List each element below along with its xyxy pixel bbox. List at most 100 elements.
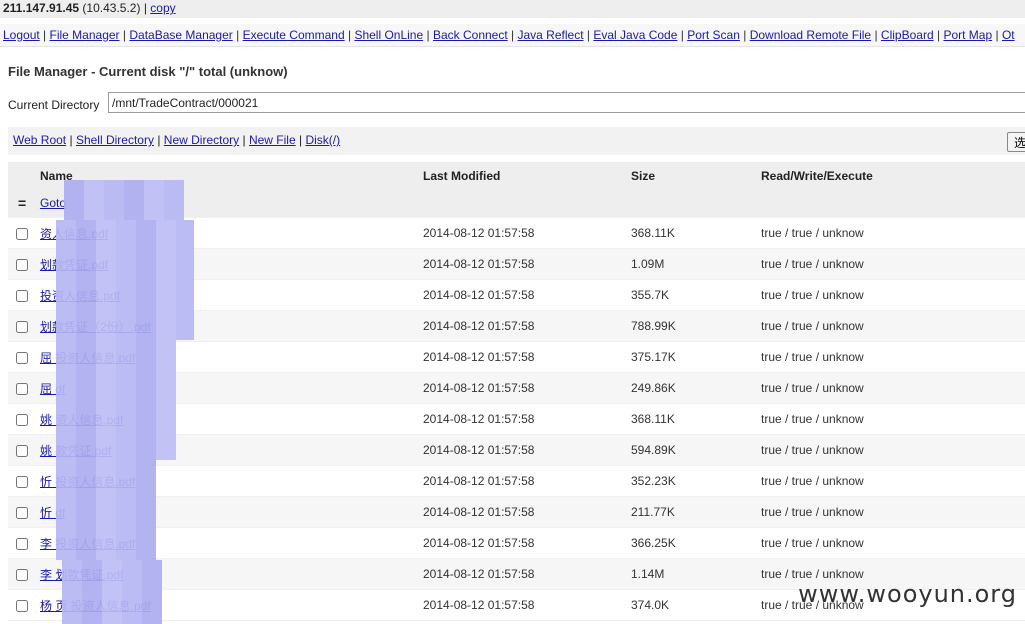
toolbar-link-new-directory[interactable]: New Directory: [164, 133, 239, 147]
nav-link-logout[interactable]: Logout: [3, 28, 40, 42]
nav-link-java-reflect[interactable]: Java Reflect: [518, 28, 584, 42]
row-checkbox[interactable]: [16, 227, 28, 240]
host-separator: |: [143, 1, 147, 15]
file-modified: 2014-08-12 01:57:58: [423, 536, 535, 550]
nav-link-port-map[interactable]: Port Map: [943, 28, 992, 42]
nav-separator: |: [995, 28, 999, 42]
nav-separator: |: [236, 28, 240, 42]
nav-link-download-remote-file[interactable]: Download Remote File: [750, 28, 871, 42]
toolbar-links: Web Root | Shell Directory | New Directo…: [8, 133, 340, 147]
row-checkbox[interactable]: [16, 537, 28, 550]
nav-link-database-manager[interactable]: DataBase Manager: [129, 28, 232, 42]
file-size: 355.7K: [631, 288, 670, 302]
nav-link-execute-command[interactable]: Execute Command: [243, 28, 345, 42]
file-size: 352.23K: [631, 474, 676, 488]
header-rwx: Read/Write/Execute: [761, 168, 873, 183]
toolbar-link-web-root[interactable]: Web Root: [13, 133, 66, 147]
toolbar-separator: |: [69, 133, 73, 147]
file-link[interactable]: 忻 投资人信息.pdf: [40, 475, 135, 489]
header-checkbox-col: [8, 162, 40, 189]
file-size: 1.14M: [631, 567, 665, 581]
file-link[interactable]: 姚 资人信息.pdf: [40, 413, 123, 427]
file-link[interactable]: 李 划款凭证.pdf: [40, 568, 123, 582]
host-bar: 211.147.91.45 (10.43.5.2) | copy: [0, 0, 1025, 18]
nav-link-ot[interactable]: Ot: [1002, 28, 1015, 42]
nav-separator: |: [680, 28, 684, 42]
goto-link[interactable]: Goto: [40, 196, 66, 210]
table-row: 资人信息.pdf 2014-08-12 01:57:58 368.11K true /…: [8, 217, 1025, 249]
nav-link-eval-java-code[interactable]: Eval Java Code: [593, 28, 677, 42]
file-modified: 2014-08-12 01:57:58: [423, 226, 535, 240]
file-modified: 2014-08-12 01:57:58: [423, 350, 535, 364]
file-link[interactable]: 屈 投资人信息.pdf: [40, 351, 135, 365]
row-checkbox[interactable]: [16, 475, 28, 488]
nav-separator: |: [122, 28, 127, 42]
file-link[interactable]: 忻 df: [40, 506, 65, 520]
row-checkbox[interactable]: [16, 351, 28, 364]
toolbar-link-disk-[interactable]: Disk(/): [305, 133, 340, 147]
table-row: 姚 资人信息.pdf 2014-08-12 01:57:58 368.11K true…: [8, 403, 1025, 435]
goto-mark: =: [18, 195, 27, 211]
current-directory-label: Current Directory: [8, 98, 100, 112]
nav-separator: |: [874, 28, 878, 42]
file-modified: 2014-08-12 01:57:58: [423, 567, 535, 581]
file-permissions: true / true / unknow: [761, 288, 864, 302]
file-link[interactable]: 杨 页 投资人信息.pdf: [40, 599, 151, 613]
file-modified: 2014-08-12 01:57:58: [423, 598, 535, 612]
toolbar-separator: |: [299, 133, 303, 147]
file-size: 1.09M: [631, 257, 665, 271]
row-checkbox[interactable]: [16, 506, 28, 519]
nav-separator: |: [43, 28, 47, 42]
toolbar-link-new-file[interactable]: New File: [249, 133, 296, 147]
file-table: Name Last Modified Size Read/Write/Execu…: [8, 162, 1025, 621]
row-checkbox[interactable]: [16, 413, 28, 426]
file-modified: 2014-08-12 01:57:58: [423, 505, 535, 519]
row-checkbox[interactable]: [16, 568, 28, 581]
row-checkbox[interactable]: [16, 258, 28, 271]
nav-link-clipboard[interactable]: ClipBoard: [881, 28, 934, 42]
file-link[interactable]: 资人信息.pdf: [40, 227, 108, 241]
nav-link-back-connect[interactable]: Back Connect: [433, 28, 508, 42]
row-checkbox[interactable]: [16, 289, 28, 302]
file-link[interactable]: 李 投资人信息.pdf: [40, 537, 135, 551]
table-row: 划款凭证（2份）.pdf 2014-08-12 01:57:58 788.99K tr…: [8, 310, 1025, 342]
copy-link[interactable]: copy: [150, 1, 175, 15]
nav-separator: |: [347, 28, 352, 42]
file-link[interactable]: 姚 款凭证.pdf: [40, 444, 111, 458]
file-link[interactable]: 划款凭证.pdf: [40, 258, 108, 272]
nav-link-file-manager[interactable]: File Manager: [50, 28, 120, 42]
table-row: 忻 投资人信息.pdf 2014-08-12 01:57:58 352.23K tru…: [8, 465, 1025, 497]
file-permissions: true / true / unknow: [761, 226, 864, 240]
row-checkbox[interactable]: [16, 599, 28, 612]
row-checkbox[interactable]: [16, 444, 28, 457]
file-modified: 2014-08-12 01:57:58: [423, 474, 535, 488]
file-link[interactable]: 投资人信息.pdf: [40, 289, 120, 303]
nav-separator: |: [586, 28, 590, 42]
watermark: www.wooyun.org: [798, 580, 1017, 608]
row-checkbox[interactable]: [16, 382, 28, 395]
table-row: 忻 df 2014-08-12 01:57:58 211.77K true / tru…: [8, 496, 1025, 528]
nav-separator: |: [511, 28, 515, 42]
row-checkbox[interactable]: [16, 320, 28, 333]
select-button[interactable]: 选: [1007, 132, 1025, 152]
toolbar-link-shell-directory[interactable]: Shell Directory: [76, 133, 154, 147]
file-permissions: true / true / unknow: [761, 257, 864, 271]
file-modified: 2014-08-12 01:57:58: [423, 288, 535, 302]
header-name: Name: [40, 168, 73, 183]
file-permissions: true / true / unknow: [761, 474, 864, 488]
file-size: 368.11K: [631, 226, 675, 240]
file-modified: 2014-08-12 01:57:58: [423, 443, 535, 457]
file-permissions: true / true / unknow: [761, 350, 864, 364]
nav-link-port-scan[interactable]: Port Scan: [687, 28, 740, 42]
header-size: Size: [631, 168, 656, 183]
file-link[interactable]: 屈 df: [40, 382, 65, 396]
file-size: 375.17K: [631, 350, 676, 364]
file-link[interactable]: 划款凭证（2份）.pdf: [40, 320, 151, 334]
nav-link-shell-online[interactable]: Shell OnLine: [354, 28, 423, 42]
file-modified: 2014-08-12 01:57:58: [423, 319, 535, 333]
file-size: 374.0K: [631, 598, 670, 612]
file-size: 249.86K: [631, 381, 676, 395]
table-row: 屈 投资人信息.pdf 2014-08-12 01:57:58 375.17K tru…: [8, 341, 1025, 373]
current-directory-input[interactable]: [108, 92, 1025, 113]
file-size: 368.11K: [631, 412, 675, 426]
